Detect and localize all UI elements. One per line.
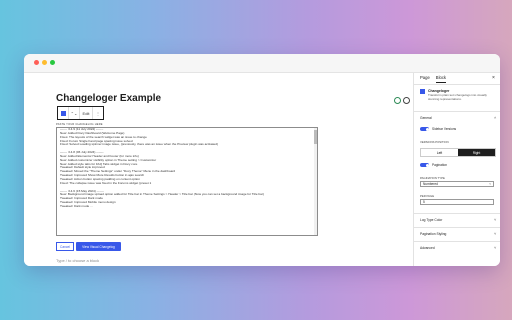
tab-block[interactable]: Block <box>435 75 447 83</box>
minimize-window-button[interactable] <box>42 60 47 65</box>
chevron-down-icon: ˅ <box>489 182 491 186</box>
close-window-button[interactable] <box>34 60 39 65</box>
top-icons <box>394 97 410 104</box>
editor-canvas: Changeloger Example ⌃⌄ Edit ⋮ PASTE YOUR… <box>24 73 412 266</box>
divider <box>414 84 500 85</box>
per-page-input[interactable]: 5 <box>420 199 494 205</box>
sidebar-versions-label: Sidebar Versions <box>432 127 457 131</box>
block-placeholder[interactable]: Type / to choose a block <box>56 258 99 263</box>
chevron-down-icon[interactable]: ˅ <box>494 245 496 250</box>
page-title[interactable]: Changeloger Example <box>56 93 161 104</box>
edit-button[interactable]: Edit <box>80 107 93 119</box>
more-options-button[interactable]: ⋮ <box>93 107 103 119</box>
view-visual-changelog-button[interactable]: View Visual Changelog <box>76 242 121 251</box>
pagination-type-value: Numbered <box>423 182 438 186</box>
pagination-label: Pagination <box>432 163 448 167</box>
changeloger-block-icon <box>60 110 66 116</box>
close-icon[interactable]: × <box>492 75 495 81</box>
move-block-button[interactable]: ⌃⌄ <box>69 107 80 119</box>
sidebar-versions-toggle[interactable] <box>420 127 429 131</box>
app-window: Changeloger Example ⌃⌄ Edit ⋮ PASTE YOUR… <box>24 54 500 266</box>
panel-pagination-styling[interactable]: Pagination Styling <box>420 232 446 236</box>
position-right-option[interactable]: Right <box>458 149 495 156</box>
changelog-textarea[interactable]: ------- 3.4.9 (11 July 2024) ------- New:… <box>56 127 318 236</box>
pagination-type-select[interactable]: Numbered ˅ <box>420 181 494 187</box>
per-page-label: PER PAGE <box>420 194 435 198</box>
textarea-scrollbar[interactable] <box>314 128 317 235</box>
tab-page[interactable]: Page <box>420 75 430 83</box>
pagination-type-label: PAGINATION TYPE <box>420 176 445 180</box>
changeloger-icon <box>420 89 425 94</box>
divider <box>414 227 500 228</box>
sidebar-tabs: Page Block <box>420 75 447 83</box>
divider <box>414 241 500 242</box>
maximize-window-button[interactable] <box>50 60 55 65</box>
pagination-toggle[interactable] <box>420 163 429 167</box>
versions-position-control: Left Right <box>420 148 496 157</box>
paste-label: PASTE YOUR CHANGELOG HERE <box>56 123 103 126</box>
per-page-value: 5 <box>423 200 425 204</box>
scrollbar-thumb[interactable] <box>314 130 317 144</box>
chevron-up-icon[interactable]: ˄ <box>494 115 496 120</box>
changelog-line: Tweaked: Dark mode ... <box>60 203 93 208</box>
settings-sidebar: Page Block × Changeloger Transform plain… <box>413 73 500 266</box>
divider <box>414 213 500 214</box>
versions-position-label: VERSIONS POSITION <box>420 140 449 144</box>
position-left-option[interactable]: Left <box>421 149 458 156</box>
panel-advanced[interactable]: Advanced <box>420 246 435 250</box>
window-titlebar <box>24 54 500 73</box>
chevron-down-icon[interactable]: ˅ <box>494 217 496 222</box>
chevron-down-icon[interactable]: ˅ <box>494 231 496 236</box>
cancel-button[interactable]: Cancel <box>56 242 74 251</box>
panel-general[interactable]: General <box>420 116 432 120</box>
block-toolbar: ⌃⌄ Edit ⋮ <box>57 106 104 120</box>
status-circle-icon[interactable] <box>394 97 401 104</box>
panel-log-type-color[interactable]: Log Type Color <box>420 218 442 222</box>
divider <box>414 111 500 112</box>
block-type-button[interactable] <box>58 107 69 119</box>
block-description: Transform plain text changelogs into vis… <box>428 93 487 101</box>
settings-circle-icon[interactable] <box>403 97 410 104</box>
